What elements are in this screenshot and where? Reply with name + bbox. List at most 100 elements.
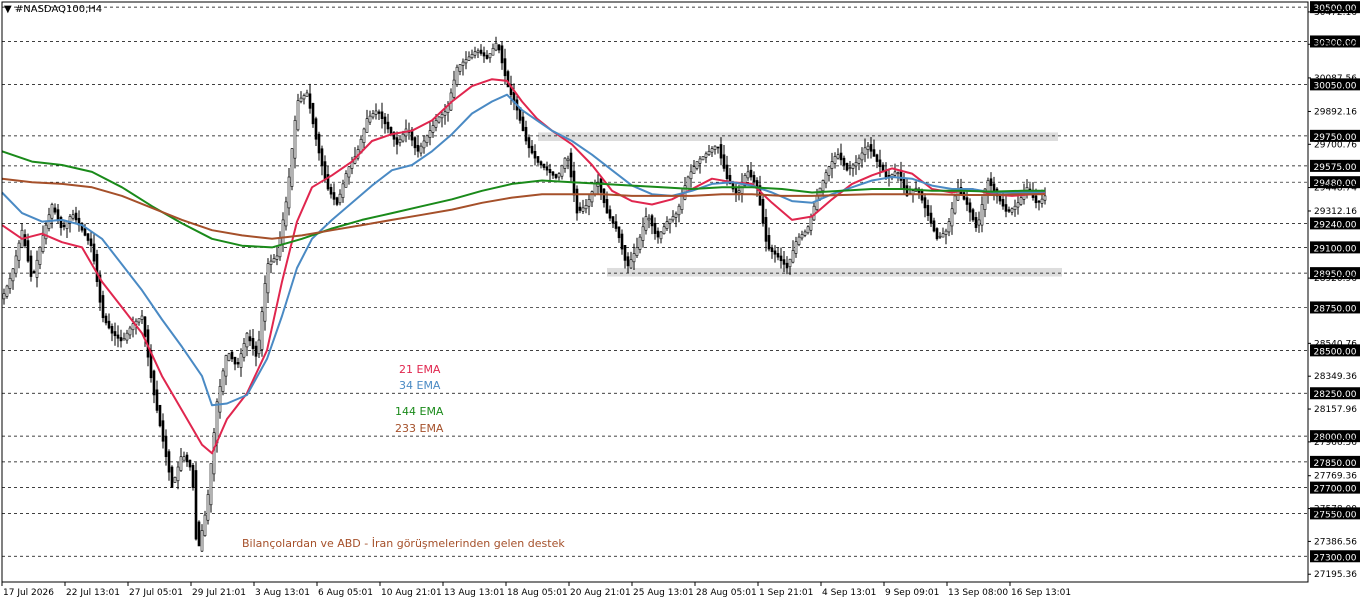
candle-body: [857, 157, 861, 164]
candle-body: [875, 154, 879, 162]
candle-body: [17, 242, 21, 261]
candle-body: [632, 253, 636, 263]
candle-body: [878, 159, 882, 168]
candle-body: [533, 150, 537, 159]
candle-body: [470, 54, 474, 59]
price-tick-label: 29700.76: [1314, 140, 1357, 150]
candle-body: [155, 389, 159, 411]
candle-body: [521, 116, 525, 131]
candle-body: [122, 338, 126, 341]
time-tick-label: 6 Aug 05:01: [318, 588, 373, 598]
candle-body: [128, 327, 132, 336]
time-tick-label: 16 Sep 13:01: [1011, 588, 1071, 598]
candle-body: [245, 332, 249, 348]
candle-body: [302, 95, 306, 100]
candle-body: [152, 370, 156, 396]
candle-body: [665, 221, 669, 229]
time-tick-label: 18 Aug 05:01: [507, 588, 568, 598]
candle-body: [1016, 202, 1020, 208]
candle-body: [716, 146, 720, 149]
candle-body: [851, 164, 855, 169]
price-tick-label: 28540.76: [1314, 339, 1357, 349]
candle-body: [560, 165, 564, 177]
candle-body: [131, 323, 135, 331]
candle-body: [209, 463, 213, 506]
candle-body: [923, 197, 927, 209]
candle-body: [782, 259, 786, 265]
price-chart[interactable]: 30500.0030300.0030050.0029750.0029575.00…: [0, 0, 1362, 603]
candle-body: [197, 521, 201, 547]
candle-body: [233, 356, 237, 365]
candle-body: [614, 221, 618, 229]
candle-body: [14, 255, 18, 274]
candle-body: [224, 355, 228, 377]
candle-body: [623, 245, 627, 261]
candle-body: [725, 164, 729, 180]
price-tick-label: 30087.56: [1314, 74, 1357, 84]
time-tick-label: 9 Sep 09:01: [885, 588, 939, 598]
legend-ema34: 34 EMA: [399, 379, 441, 392]
candle-body: [422, 140, 426, 149]
support-zone: [607, 267, 1062, 277]
candle-body: [230, 351, 234, 360]
candle-body: [494, 42, 498, 51]
candle-body: [980, 204, 984, 226]
candle-body: [95, 253, 99, 283]
time-tick-label: 4 Sep 13:01: [822, 588, 876, 598]
candle-body: [965, 197, 969, 205]
candle-body: [479, 49, 483, 54]
candle-body: [305, 92, 309, 97]
candle-body: [629, 259, 633, 269]
candle-body: [464, 59, 468, 64]
candle-body: [377, 111, 381, 114]
candle-body: [314, 118, 318, 140]
candle-body: [110, 326, 114, 334]
candle-body: [869, 144, 873, 152]
candle-body: [380, 111, 384, 119]
candle-body: [278, 237, 282, 258]
candle-body: [92, 243, 96, 262]
candle-body: [62, 224, 66, 228]
candle-body: [176, 466, 180, 482]
candle-body: [854, 162, 858, 167]
candle-body: [212, 432, 216, 475]
candle-body: [8, 277, 12, 289]
candle-body: [344, 173, 348, 188]
candle-body: [239, 353, 243, 368]
candle-body: [398, 138, 402, 144]
price-tick-label: 28920.96: [1314, 274, 1357, 284]
legend-ema21: 21 EMA: [399, 363, 441, 376]
candle-body: [137, 318, 141, 323]
candle-body: [713, 145, 717, 150]
candle-body: [386, 121, 390, 130]
candle-body: [311, 102, 315, 125]
candle-body: [578, 206, 582, 211]
candle-body: [362, 128, 366, 144]
time-tick-label: 13 Aug 13:01: [444, 588, 505, 598]
candle-body: [977, 219, 981, 226]
candle-body: [791, 250, 795, 263]
candle-body: [488, 53, 492, 59]
candle-body: [536, 156, 540, 163]
candle-body: [332, 192, 336, 200]
resistance-zone: [538, 132, 1058, 141]
level-label: 29240.00: [1314, 220, 1357, 230]
candle-body: [215, 401, 219, 444]
candle-body: [776, 253, 780, 258]
candle-body: [719, 144, 723, 159]
time-tick-label: 29 Jul 21:01: [192, 588, 246, 598]
candle-body: [257, 339, 261, 355]
candle-body: [428, 130, 432, 138]
candle-body: [374, 110, 378, 115]
time-tick-label: 20 Aug 21:01: [570, 588, 631, 598]
level-label: 29575.00: [1314, 163, 1357, 173]
plot-frame: [1, 1, 1309, 583]
candle-body: [968, 202, 972, 213]
candle-body: [569, 152, 573, 178]
price-tick-label: 28157.96: [1314, 405, 1357, 415]
level-label: 27300.00: [1314, 553, 1357, 563]
candle-body: [701, 156, 705, 161]
candle-body: [41, 235, 45, 252]
axis-layer: 30500.0030300.0030050.0029750.0029575.00…: [1, 1, 1360, 598]
candle-body: [542, 163, 546, 168]
